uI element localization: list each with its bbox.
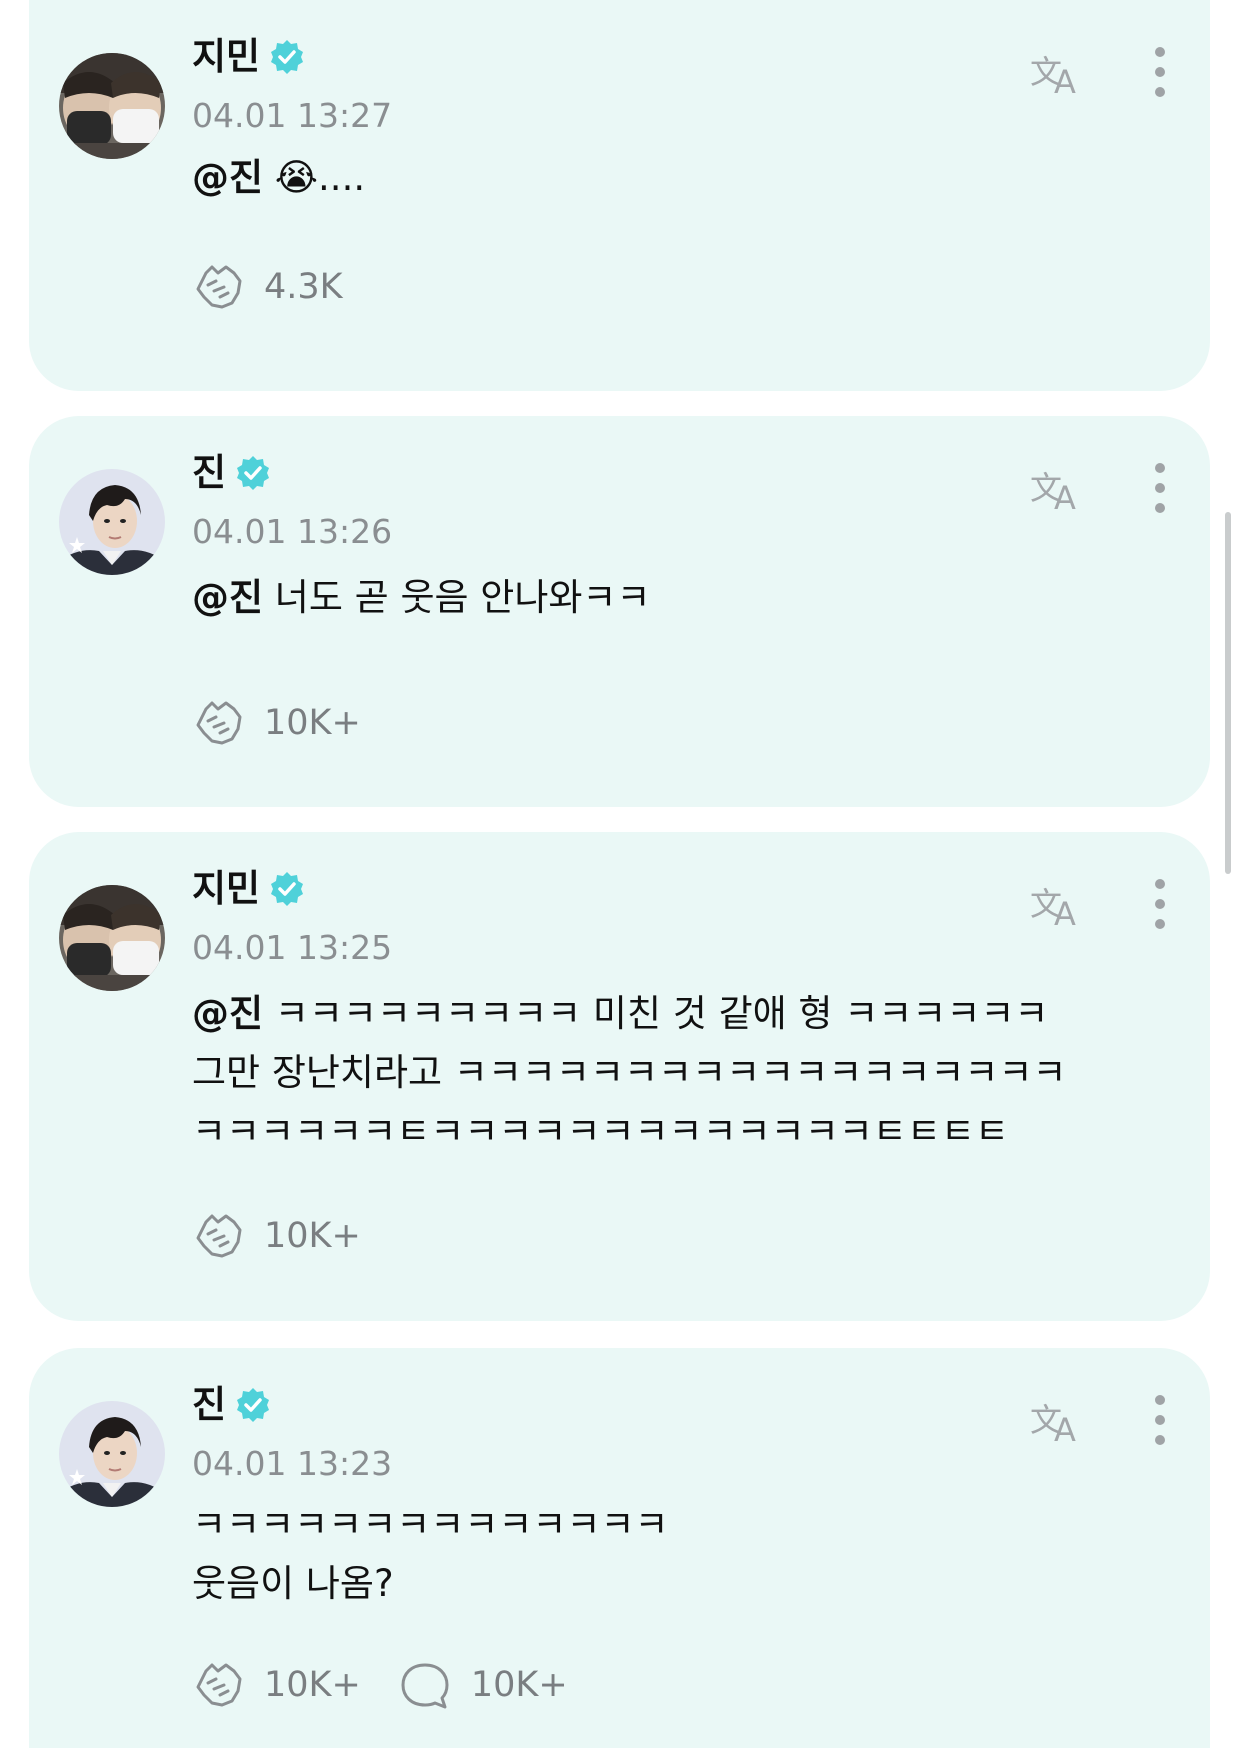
svg-text:A: A <box>1054 479 1076 513</box>
post-timestamp: 04.01 13:27 <box>192 96 393 135</box>
more-options-icon[interactable] <box>1150 47 1170 97</box>
more-options-icon[interactable] <box>1150 463 1170 513</box>
comment-icon <box>401 1663 449 1709</box>
post-stats: 10K+ 10K+ <box>192 1661 606 1709</box>
more-options-icon[interactable] <box>1150 1395 1170 1445</box>
post-timestamp: 04.01 13:26 <box>192 512 393 551</box>
post-body: ㅋㅋㅋㅋㅋㅋㅋㅋㅋㅋㅋㅋㅋㅋ 웃음이 나옴? <box>192 1495 1170 1613</box>
cheer-icon <box>196 1214 242 1258</box>
post-body: @진 😭.... <box>192 148 1170 207</box>
post-feed: 지민 04.01 13:27 文 A @진 😭.... 4.3K 진 04.01… <box>0 0 1241 1748</box>
post-text: 너도 곧 웃음 안나와ㅋㅋ <box>263 576 651 619</box>
post-timestamp: 04.01 13:25 <box>192 928 393 967</box>
verified-badge-icon <box>271 872 304 906</box>
author-row: 지민 <box>192 35 306 79</box>
post-stats: 4.3K <box>192 263 381 311</box>
translate-icon[interactable]: 文 A <box>1028 463 1088 513</box>
post-text: 😭.... <box>263 156 366 199</box>
svg-text:A: A <box>1054 1411 1076 1445</box>
post-text: ㅋㅋㅋㅋㅋㅋㅋㅋㅋ 미친 것 같애 형 ㅋㅋㅋㅋㅋㅋ 그만 장난치라고 ㅋㅋㅋㅋ… <box>192 992 1067 1153</box>
reaction-button[interactable]: 10K+ <box>192 1661 361 1709</box>
cheer-icon <box>196 701 242 745</box>
verified-badge-icon <box>237 456 270 490</box>
verified-badge-icon <box>271 40 304 74</box>
post-body: @진 ㅋㅋㅋㅋㅋㅋㅋㅋㅋ 미친 것 같애 형 ㅋㅋㅋㅋㅋㅋ 그만 장난치라고 ㅋ… <box>192 984 1170 1161</box>
avatar[interactable] <box>59 1401 165 1507</box>
post-body: @진 너도 곧 웃음 안나와ㅋㅋ <box>192 568 1170 627</box>
comment-button[interactable]: 10K+ <box>399 1661 568 1709</box>
cheer-icon <box>196 265 242 309</box>
scrollbar[interactable] <box>1225 512 1231 874</box>
author-row: 지민 <box>192 867 306 911</box>
avatar[interactable] <box>59 885 165 991</box>
post-card[interactable]: 진 04.01 13:26 文 A @진 너도 곧 웃음 안나와ㅋㅋ 10K+ <box>29 416 1210 807</box>
post-stats: 10K+ <box>192 699 399 747</box>
author-name[interactable]: 진 <box>192 1383 226 1427</box>
reaction-count: 10K+ <box>264 1216 361 1256</box>
author-name[interactable]: 진 <box>192 451 226 495</box>
author-name[interactable]: 지민 <box>192 867 260 911</box>
post-card[interactable]: 지민 04.01 13:25 文 A @진 ㅋㅋㅋㅋㅋㅋㅋㅋㅋ 미친 것 같애 … <box>29 832 1210 1321</box>
comment-count: 10K+ <box>470 1665 568 1705</box>
mention[interactable]: @진 <box>192 992 263 1035</box>
reaction-button[interactable]: 10K+ <box>192 1212 361 1260</box>
avatar[interactable] <box>59 53 165 159</box>
verified-badge-icon <box>237 1388 270 1422</box>
author-name[interactable]: 지민 <box>192 35 260 79</box>
reaction-button[interactable]: 4.3K <box>192 263 343 311</box>
svg-text:A: A <box>1054 63 1076 97</box>
author-row: 진 <box>192 451 272 495</box>
reaction-count: 10K+ <box>264 1665 361 1705</box>
svg-text:A: A <box>1054 895 1076 929</box>
translate-icon[interactable]: 文 A <box>1028 1395 1088 1445</box>
post-text: ㅋㅋㅋㅋㅋㅋㅋㅋㅋㅋㅋㅋㅋㅋ 웃음이 나옴? <box>192 1503 669 1605</box>
reaction-count: 4.3K <box>264 267 343 307</box>
mention[interactable]: @진 <box>192 156 263 199</box>
post-timestamp: 04.01 13:23 <box>192 1444 393 1483</box>
post-stats: 10K+ <box>192 1212 399 1260</box>
reaction-count: 10K+ <box>264 703 361 743</box>
post-card[interactable]: 지민 04.01 13:27 文 A @진 😭.... 4.3K <box>29 0 1210 391</box>
more-options-icon[interactable] <box>1150 879 1170 929</box>
translate-icon[interactable]: 文 A <box>1028 47 1088 97</box>
translate-icon[interactable]: 文 A <box>1028 879 1088 929</box>
cheer-icon <box>196 1663 242 1707</box>
mention[interactable]: @진 <box>192 576 263 619</box>
reaction-button[interactable]: 10K+ <box>192 699 361 747</box>
author-row: 진 <box>192 1383 272 1427</box>
avatar[interactable] <box>59 469 165 575</box>
post-card[interactable]: 진 04.01 13:23 文 A ㅋㅋㅋㅋㅋㅋㅋㅋㅋㅋㅋㅋㅋㅋ 웃음이 나옴?… <box>29 1348 1210 1748</box>
